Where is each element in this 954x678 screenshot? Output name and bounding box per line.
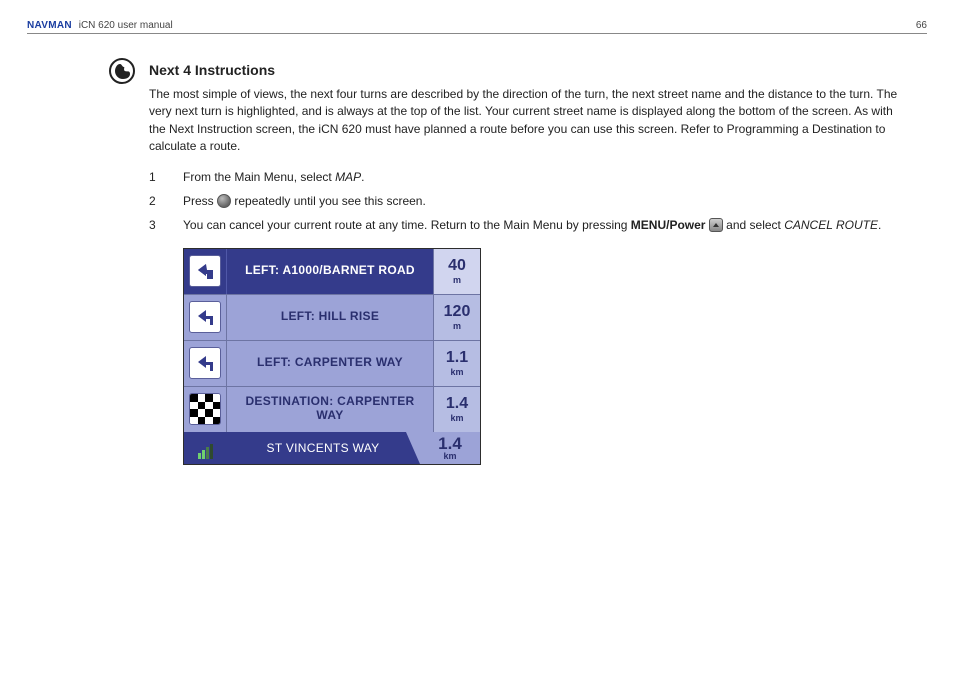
brand-name: NAVMAN (27, 20, 72, 31)
instruction-text: LEFT: A1000/BARNET ROAD (227, 249, 433, 294)
current-street: ST VINCENTS WAY (226, 432, 420, 464)
instruction-distance: 1.1 km (433, 341, 480, 386)
globe-icon (109, 58, 135, 84)
instruction-distance: 120 m (433, 295, 480, 340)
instruction-text: LEFT: HILL RISE (227, 295, 433, 340)
menu-power-button-icon (709, 218, 723, 232)
step-2: Press repeatedly until you see this scre… (149, 192, 907, 210)
instruction-row: LEFT: HILL RISE 120 m (184, 294, 480, 340)
device-screenshot: LEFT: A1000/BARNET ROAD 40 m LEFT: HILL … (183, 248, 481, 465)
instruction-text: DESTINATION: CARPENTER WAY (227, 387, 433, 432)
device-footer: ST VINCENTS WAY 1.4 km (184, 432, 480, 464)
instruction-distance: 1.4 km (433, 387, 480, 432)
manual-title: iCN 620 user manual (79, 20, 173, 31)
turn-left-icon (184, 295, 227, 340)
instruction-row: LEFT: A1000/BARNET ROAD 40 m (184, 249, 480, 294)
gps-signal-icon (184, 432, 226, 464)
instruction-row: LEFT: CARPENTER WAY 1.1 km (184, 340, 480, 386)
step-1: From the Main Menu, select MAP. (149, 168, 907, 186)
destination-icon (184, 387, 227, 432)
cycle-view-button-icon (217, 194, 231, 208)
section-heading: Next 4 Instructions (149, 62, 907, 78)
page-header: NAVMAN iCN 620 user manual 66 (27, 20, 927, 34)
turn-left-icon (184, 249, 227, 294)
instruction-text: LEFT: CARPENTER WAY (227, 341, 433, 386)
section-intro: The most simple of views, the next four … (149, 86, 907, 156)
turn-left-icon (184, 341, 227, 386)
instruction-row: DESTINATION: CARPENTER WAY 1.4 km (184, 386, 480, 432)
remaining-distance: 1.4 km (420, 432, 480, 464)
instruction-distance: 40 m (433, 249, 480, 294)
steps-list: From the Main Menu, select MAP. Press re… (149, 168, 907, 234)
page-number: 66 (916, 20, 927, 31)
step-3: You can cancel your current route at any… (149, 216, 907, 234)
